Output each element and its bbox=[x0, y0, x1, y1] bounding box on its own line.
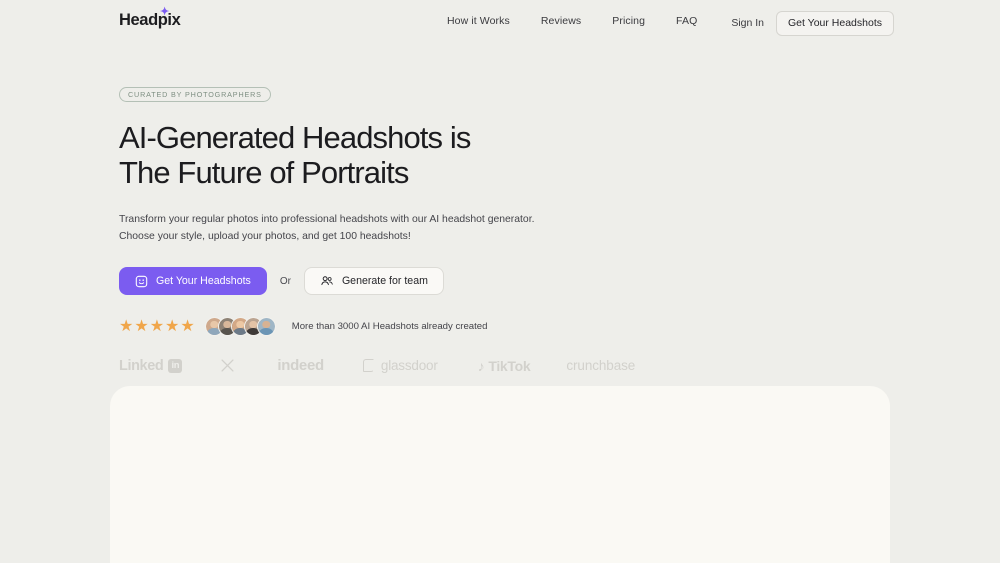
social-proof: ★ ★ ★ ★ ★ bbox=[119, 317, 635, 336]
star-icon: ★ bbox=[134, 319, 148, 335]
site-header: Headpix ✦ How it Works Reviews Pricing F… bbox=[0, 0, 1000, 42]
star-icon: ★ bbox=[150, 319, 164, 335]
get-headshots-button-label: Get Your Headshots bbox=[156, 275, 251, 287]
tiktok-icon: ♪ bbox=[478, 358, 485, 374]
main-navigation: How it Works Reviews Pricing FAQ bbox=[447, 15, 697, 27]
hero-cta-row: Get Your Headshots Or Generate for team bbox=[119, 267, 635, 295]
status-badge: Curated by photographers bbox=[119, 87, 271, 102]
partner-logo-indeed: indeed bbox=[277, 357, 324, 374]
nav-item-how-it-works[interactable]: How it Works bbox=[447, 15, 510, 27]
header-get-headshots-button[interactable]: Get Your Headshots bbox=[776, 11, 894, 36]
rating-stars: ★ ★ ★ ★ ★ bbox=[119, 319, 195, 335]
linkedin-icon: in bbox=[168, 359, 182, 373]
star-icon: ★ bbox=[165, 319, 179, 335]
sparkle-icon: ✦ bbox=[160, 8, 168, 16]
indeed-wordmark: indeed bbox=[277, 357, 324, 374]
hero-section: Curated by photographers AI-Generated He… bbox=[119, 84, 635, 374]
star-icon: ★ bbox=[119, 319, 133, 335]
page-title: AI-Generated Headshots is The Future of … bbox=[119, 121, 635, 190]
x-icon bbox=[220, 358, 235, 373]
nav-item-pricing[interactable]: Pricing bbox=[612, 15, 645, 27]
partner-logo-linkedin: Linked in bbox=[119, 358, 182, 374]
sign-in-link[interactable]: Sign In bbox=[731, 17, 764, 29]
partner-logo-glassdoor: glassdoor bbox=[363, 358, 438, 373]
smiley-square-icon bbox=[135, 275, 148, 288]
nav-item-faq[interactable]: FAQ bbox=[676, 15, 697, 27]
glassdoor-wordmark: glassdoor bbox=[381, 358, 438, 373]
partner-logo-tiktok: ♪ TikTok bbox=[478, 358, 531, 374]
hero-subtitle: Transform your regular photos into profe… bbox=[119, 212, 635, 245]
header-actions: Sign In Get Your Headshots bbox=[731, 11, 894, 36]
showcase-panel bbox=[110, 386, 890, 563]
partner-logo-x bbox=[220, 358, 235, 373]
avatar-group bbox=[205, 317, 276, 336]
tiktok-wordmark: TikTok bbox=[488, 358, 530, 374]
brand-logo[interactable]: Headpix ✦ bbox=[119, 10, 180, 30]
brand-logo-text: Headpix bbox=[119, 10, 180, 30]
people-group-icon bbox=[320, 274, 334, 288]
landing-page: Headpix ✦ How it Works Reviews Pricing F… bbox=[0, 0, 1000, 563]
avatar bbox=[257, 317, 276, 336]
linkedin-wordmark: Linked bbox=[119, 358, 163, 374]
crunchbase-wordmark: crunchbase bbox=[566, 358, 635, 373]
get-headshots-button[interactable]: Get Your Headshots bbox=[119, 267, 267, 295]
glassdoor-icon bbox=[363, 359, 374, 372]
partner-logo-strip: Linked in indeed glassdoor ♪ TikTok bbox=[119, 357, 635, 374]
partner-logo-crunchbase: crunchbase bbox=[566, 358, 635, 373]
cta-or-divider: Or bbox=[280, 276, 291, 287]
social-proof-text: More than 3000 AI Headshots already crea… bbox=[292, 321, 488, 332]
star-icon: ★ bbox=[180, 319, 194, 335]
nav-item-reviews[interactable]: Reviews bbox=[541, 15, 581, 27]
generate-for-team-button[interactable]: Generate for team bbox=[304, 267, 444, 295]
generate-for-team-button-label: Generate for team bbox=[342, 275, 428, 287]
